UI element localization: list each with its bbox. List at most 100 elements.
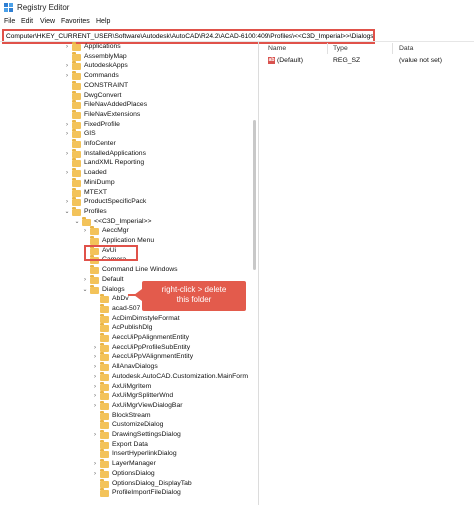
tree-node[interactable]: › Applications bbox=[0, 42, 258, 52]
chevron-right-icon[interactable]: › bbox=[64, 61, 70, 71]
chevron-right-icon[interactable]: › bbox=[82, 226, 88, 236]
tree-node[interactable]: › InstalledApplications bbox=[0, 148, 258, 159]
column-separator[interactable] bbox=[392, 43, 393, 54]
tree-node[interactable]: OptionsDialog_DisplayTab bbox=[0, 478, 258, 489]
value-name[interactable]: (Default) bbox=[277, 56, 303, 66]
folder-icon bbox=[100, 323, 109, 333]
tree-node[interactable]: FileNavExtensions bbox=[0, 109, 258, 120]
tree-node[interactable]: › AxUiMgrViewDialogBar bbox=[0, 400, 258, 411]
tree-node[interactable]: CustomizeDialog bbox=[0, 420, 258, 430]
tree-node-label: acad-507 bbox=[112, 304, 141, 312]
folder-icon bbox=[90, 265, 99, 275]
menu-favorites[interactable]: Favorites bbox=[61, 17, 90, 27]
chevron-down-icon[interactable]: ⌄ bbox=[74, 217, 80, 227]
chevron-right-icon[interactable]: › bbox=[92, 469, 98, 479]
tree-node[interactable]: AeccUiPpAlignmentEntity bbox=[0, 333, 258, 343]
chevron-right-icon[interactable]: › bbox=[92, 401, 98, 411]
folder-icon bbox=[100, 313, 109, 323]
chevron-right-icon[interactable]: › bbox=[92, 382, 98, 392]
tree-node-label: OptionsDialog_DisplayTab bbox=[112, 479, 192, 487]
folder-icon bbox=[90, 274, 99, 284]
tree-node[interactable]: Export Data bbox=[0, 439, 258, 450]
tree-node[interactable]: BlockStream bbox=[0, 410, 258, 421]
tree-node[interactable]: › FixedProfile bbox=[0, 119, 258, 130]
tree-node[interactable]: › AxUiMgrSplitterWnd bbox=[0, 391, 258, 401]
tree-node-label: Default bbox=[102, 275, 124, 283]
tree-node[interactable]: › Loaded bbox=[0, 168, 258, 178]
tree-node-label: <<C3D_Imperial>> bbox=[94, 217, 152, 225]
tree-node[interactable]: › OptionsDialog bbox=[0, 468, 258, 479]
chevron-right-icon[interactable]: › bbox=[92, 372, 98, 382]
menu-edit[interactable]: Edit bbox=[21, 17, 33, 27]
menu-view[interactable]: View bbox=[40, 17, 55, 27]
tree-node[interactable]: AcPublishDlg bbox=[0, 323, 258, 333]
tree-node[interactable]: ⌄ <<C3D_Imperial>> bbox=[0, 216, 258, 227]
tree-node[interactable]: › AllAnavDialogs bbox=[0, 362, 258, 372]
tree-node[interactable]: › DrawingSettingsDialog bbox=[0, 430, 258, 440]
chevron-right-icon[interactable]: › bbox=[64, 42, 70, 52]
tree-node[interactable]: › AutodeskApps bbox=[0, 61, 258, 71]
chevron-down-icon[interactable]: ⌄ bbox=[82, 285, 88, 295]
tree-node[interactable]: › ProductSpecificPack bbox=[0, 197, 258, 207]
chevron-right-icon[interactable]: › bbox=[92, 459, 98, 469]
tree-node-label: AssemblyMap bbox=[84, 52, 127, 60]
column-separator[interactable] bbox=[327, 43, 328, 54]
tree-node[interactable]: LandXML Reporting bbox=[0, 158, 258, 168]
tree-node[interactable]: › AxUiMgrItem bbox=[0, 381, 258, 392]
chevron-right-icon[interactable]: › bbox=[82, 275, 88, 285]
chevron-right-icon[interactable]: › bbox=[92, 391, 98, 401]
tree-node[interactable]: › Autodesk.AutoCAD.Customization.MainForm bbox=[0, 371, 258, 382]
folder-icon bbox=[100, 430, 109, 439]
tree-node-label: MTEXT bbox=[84, 188, 108, 196]
column-type-header[interactable]: Type bbox=[333, 44, 348, 54]
tree-node-label: AeccUiPpProfileSubEntity bbox=[112, 343, 191, 351]
tree-node[interactable]: MiniDump bbox=[0, 177, 258, 188]
tree-node[interactable]: › LayerManager bbox=[0, 459, 258, 469]
tree-node[interactable]: CONSTRAINT bbox=[0, 80, 258, 91]
tree-node[interactable]: › AeccUiPpProfileSubEntity bbox=[0, 342, 258, 353]
title-bar: Registry Editor bbox=[0, 0, 474, 16]
folder-icon bbox=[72, 42, 81, 51]
tree-node[interactable]: Command Line Windows bbox=[0, 265, 258, 275]
chevron-right-icon[interactable]: › bbox=[64, 71, 70, 81]
chevron-right-icon[interactable]: › bbox=[92, 343, 98, 353]
tree-node-label: AeccUiPpAlignmentEntity bbox=[112, 334, 190, 341]
tree-node[interactable]: ⌄ Profiles bbox=[0, 206, 258, 217]
tree-node[interactable]: › Commands bbox=[0, 71, 258, 81]
folder-icon bbox=[100, 352, 109, 362]
menu-file[interactable]: File bbox=[4, 17, 15, 27]
menu-help[interactable]: Help bbox=[96, 17, 110, 27]
folder-icon bbox=[72, 90, 81, 100]
tree-node[interactable]: MTEXT bbox=[0, 187, 258, 198]
tree-node[interactable]: AcDimDimstyleFormat bbox=[0, 313, 258, 324]
chevron-right-icon[interactable]: › bbox=[64, 197, 70, 207]
chevron-right-icon[interactable]: › bbox=[92, 352, 98, 362]
tree-node[interactable]: InfoCenter bbox=[0, 139, 258, 149]
tree-node[interactable]: InsertHyperlinkDialog bbox=[0, 449, 258, 459]
chevron-down-icon[interactable]: ⌄ bbox=[64, 207, 70, 217]
folder-icon bbox=[100, 381, 109, 391]
tree-node[interactable]: › GIS bbox=[0, 129, 258, 139]
tree-node[interactable]: FileNavAddedPlaces bbox=[0, 100, 258, 110]
folder-icon bbox=[90, 284, 99, 294]
tree-node-label: OptionsDialog bbox=[112, 469, 155, 477]
tree-node[interactable]: ProfileImportFileDialog bbox=[0, 488, 258, 498]
tree-scrollbar[interactable] bbox=[253, 120, 256, 270]
chevron-right-icon[interactable]: › bbox=[64, 120, 70, 130]
callout-arrow bbox=[134, 289, 142, 301]
tree-node[interactable]: DwgConvert bbox=[0, 90, 258, 101]
column-name-header[interactable]: Name bbox=[268, 44, 286, 54]
tree-node[interactable]: › AeccMgr bbox=[0, 226, 258, 236]
chevron-right-icon[interactable]: › bbox=[92, 362, 98, 372]
registry-tree[interactable]: › Applications AssemblyMap › AutodeskApps › Co… bbox=[0, 42, 258, 505]
chevron-right-icon[interactable]: › bbox=[64, 149, 70, 159]
folder-icon bbox=[90, 236, 99, 245]
chevron-right-icon[interactable]: › bbox=[64, 168, 70, 178]
column-data-header[interactable]: Data bbox=[399, 44, 413, 54]
pane-splitter[interactable] bbox=[258, 42, 259, 505]
tree-node[interactable]: › AeccUiPpVAlignmentEntity bbox=[0, 352, 258, 362]
tree-node[interactable]: AssemblyMap bbox=[0, 51, 258, 62]
chevron-right-icon[interactable]: › bbox=[64, 129, 70, 139]
chevron-right-icon[interactable]: › bbox=[92, 430, 98, 440]
tree-node-label: Dialogs bbox=[102, 285, 125, 293]
